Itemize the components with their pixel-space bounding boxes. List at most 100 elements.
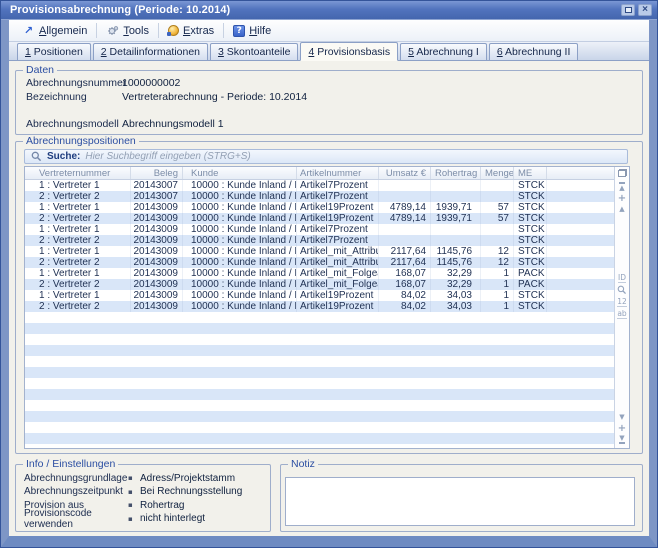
empty-table-row[interactable]	[25, 444, 614, 448]
window-titlebar[interactable]: Provisionsabrechnung (Periode: 10.2014) …	[1, 1, 657, 20]
column-header-5[interactable]: Rohertrag €	[431, 167, 481, 179]
table-row[interactable]: 2 : Vertreter 22014300910000 : Kunde Inl…	[25, 279, 614, 290]
info-row: Abrechnungsgrundlage▪Adress/Projektstamm	[24, 473, 264, 483]
table-cell: 20143007	[131, 191, 183, 202]
table-row[interactable]: 1 : Vertreter 12014300910000 : Kunde Inl…	[25, 290, 614, 301]
table-cell: 10000 : Kunde Inland / Inlandsort	[183, 224, 297, 235]
table-cell: 4789,14	[379, 213, 431, 224]
table-row[interactable]: 1 : Vertreter 12014300710000 : Kunde Inl…	[25, 180, 614, 191]
table-cell: 1	[481, 279, 514, 290]
empty-table-row[interactable]	[25, 367, 614, 378]
bullet-icon: ▪	[128, 488, 140, 496]
table-cell-filler	[547, 290, 614, 301]
field-label: Bezeichnung	[22, 91, 122, 103]
extras-ball-icon	[168, 25, 179, 36]
info-row: Abrechnungszeitpunkt▪Bei Rechnungsstellu…	[24, 487, 264, 497]
sort-numeric-icon[interactable]: 12	[617, 297, 627, 307]
page-up-icon[interactable]: +	[618, 193, 626, 203]
notiz-textarea[interactable]	[285, 477, 635, 526]
restore-window-icon[interactable]	[621, 4, 635, 16]
table-cell: 2 : Vertreter 2	[25, 235, 131, 246]
tab-provisionsbasis[interactable]: 4 Provisionsbasis	[300, 42, 398, 61]
column-header-2[interactable]: Kunde	[183, 167, 297, 179]
empty-table-row[interactable]	[25, 312, 614, 323]
empty-table-row[interactable]	[25, 345, 614, 356]
field-value: 1000000002	[122, 77, 180, 89]
tab-positionen[interactable]: 1 Positionen	[17, 43, 91, 60]
column-header-6[interactable]: Menge	[481, 167, 514, 179]
table-cell: STCK	[514, 301, 547, 312]
menu-item-label: Extras	[183, 25, 214, 37]
search-input-placeholder[interactable]: Hier Suchbegriff eingeben (STRG+S)	[85, 151, 250, 162]
menu-item-allgemein[interactable]: ↗Allgemein	[15, 23, 94, 39]
table-row[interactable]: 1 : Vertreter 12014300910000 : Kunde Inl…	[25, 224, 614, 235]
empty-table-row[interactable]	[25, 389, 614, 400]
menu-item-label: Tools	[123, 25, 149, 37]
table-row[interactable]: 1 : Vertreter 12014300910000 : Kunde Inl…	[25, 202, 614, 213]
sort-alpha-icon[interactable]: ab	[617, 309, 626, 319]
window-controls: ×	[621, 4, 652, 16]
table-cell	[481, 224, 514, 235]
table-cell: Artikel7Prozent	[297, 191, 379, 202]
column-header-4[interactable]: Umsatz €	[379, 167, 431, 179]
scroll-down-icon[interactable]: ▼	[619, 412, 624, 422]
lens-icon[interactable]	[617, 285, 627, 295]
table-row[interactable]: 1 : Vertreter 12014300910000 : Kunde Inl…	[25, 246, 614, 257]
close-window-icon[interactable]: ×	[638, 4, 652, 16]
bullet-icon: ▪	[128, 501, 140, 509]
table-cell	[431, 180, 481, 191]
table-cell: 10000 : Kunde Inland / Inlandsort	[183, 268, 297, 279]
table-cell: 1	[481, 268, 514, 279]
empty-table-row[interactable]	[25, 433, 614, 444]
table-cell: 20143009	[131, 268, 183, 279]
table-cell: STCK	[514, 191, 547, 202]
scroll-up-icon[interactable]: ▲	[619, 204, 624, 214]
empty-table-row[interactable]	[25, 378, 614, 389]
scroll-to-bottom-icon[interactable]: ▼	[619, 434, 624, 444]
table-cell: STCK	[514, 202, 547, 213]
table-cell-filler	[547, 279, 614, 290]
tab-abrechnung-1[interactable]: 5 Abrechnung I	[400, 43, 487, 60]
grid-nav-top: ▲ + ▲	[618, 182, 626, 214]
table-row[interactable]: 2 : Vertreter 22014300910000 : Kunde Inl…	[25, 257, 614, 268]
table-cell-filler	[547, 268, 614, 279]
table-row[interactable]: 2 : Vertreter 22014300910000 : Kunde Inl…	[25, 235, 614, 246]
notiz-group: Notiz	[280, 458, 643, 532]
table-row[interactable]: 2 : Vertreter 22014300910000 : Kunde Inl…	[25, 301, 614, 312]
table-cell: 10000 : Kunde Inland / Inlandsort	[183, 301, 297, 312]
table-cell: STCK	[514, 246, 547, 257]
tab-skontoanteile[interactable]: 3 Skontoanteile	[210, 43, 298, 60]
table-cell: STCK	[514, 213, 547, 224]
menu-item-tools[interactable]: Tools	[99, 23, 156, 39]
empty-table-row[interactable]	[25, 422, 614, 433]
table-cell	[379, 191, 431, 202]
empty-table-row[interactable]	[25, 356, 614, 367]
tab-abrechnung-2[interactable]: 6 Abrechnung II	[489, 43, 579, 60]
gear-icon	[107, 25, 119, 37]
info-group: Info / Einstellungen Abrechnungsgrundlag…	[15, 458, 271, 532]
table-cell: Artikel7Prozent	[297, 235, 379, 246]
table-row[interactable]: 1 : Vertreter 12014300910000 : Kunde Inl…	[25, 268, 614, 279]
column-header-0[interactable]: Vertreternummer	[25, 167, 131, 179]
grid-options-icon[interactable]	[618, 167, 627, 179]
column-header-7[interactable]: ME	[514, 167, 547, 179]
table-row[interactable]: 2 : Vertreter 22014300910000 : Kunde Inl…	[25, 213, 614, 224]
page-down-icon[interactable]: +	[618, 423, 626, 433]
empty-table-row[interactable]	[25, 400, 614, 411]
empty-table-row[interactable]	[25, 411, 614, 422]
menu-item-hilfe[interactable]: ?Hilfe	[226, 23, 278, 39]
tab-detailinformationen[interactable]: 2 Detailinformationen	[93, 43, 208, 60]
empty-table-row[interactable]	[25, 334, 614, 345]
search-bar[interactable]: Suche: Hier Suchbegriff eingeben (STRG+S…	[24, 149, 628, 164]
empty-table-row[interactable]	[25, 323, 614, 334]
column-header-1[interactable]: Beleg	[131, 167, 183, 179]
table-cell: 20143009	[131, 279, 183, 290]
scroll-to-top-icon[interactable]: ▲	[619, 182, 624, 192]
menu-item-extras[interactable]: Extras	[161, 23, 221, 39]
column-header-3[interactable]: Artikelnummer	[297, 167, 379, 179]
record-id-icon[interactable]: ID	[618, 273, 626, 283]
menu-divider	[96, 23, 97, 38]
field-value: Vertreterabrechnung - Periode: 10.2014	[122, 91, 307, 103]
info-value: Bei Rechnungsstellung	[140, 486, 242, 497]
table-row[interactable]: 2 : Vertreter 22014300710000 : Kunde Inl…	[25, 191, 614, 202]
